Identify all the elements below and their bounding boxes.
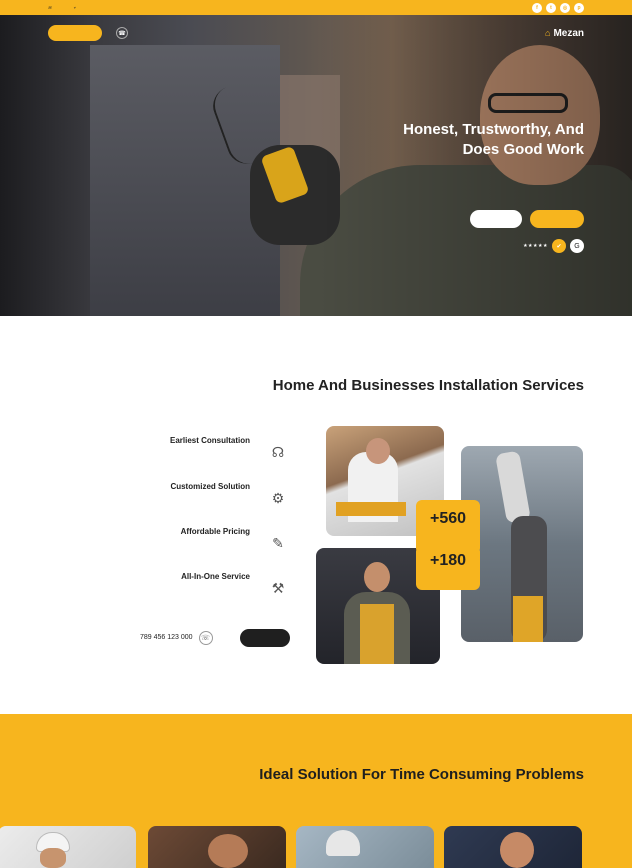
- solution-card[interactable]: [148, 826, 286, 868]
- service-image-worker-apron: [360, 604, 394, 664]
- pinterest-icon[interactable]: p: [574, 2, 584, 13]
- top-bar: ✉ ⌖ f t ◎ p: [0, 0, 632, 15]
- solution-card[interactable]: [444, 826, 582, 868]
- contact-info: 789 456 123 000: [140, 634, 193, 642]
- solution-card-person: [500, 832, 534, 868]
- services-title: Home And Businesses Installation Service…: [272, 377, 584, 394]
- document-settings-icon: ⚙: [271, 489, 285, 506]
- service-image-worker-head: [364, 562, 390, 592]
- solution-cards: [0, 826, 632, 868]
- solution-card-face: [40, 848, 66, 868]
- price-tag-icon: ✎: [272, 534, 284, 551]
- star-rating-icon: ★★★★★: [523, 243, 548, 249]
- service-image-ceiling-vest: [513, 596, 543, 642]
- social-links: f t ◎ p: [532, 2, 584, 13]
- checkmark-badge-icon: ✔: [552, 239, 566, 253]
- solutions-section: Ideal Solution For Time Consuming Proble…: [0, 714, 632, 868]
- feature-title: Earliest Consultation: [169, 436, 250, 445]
- feature-title: Customized Solution: [170, 482, 250, 491]
- hero-rating: ★★★★★ ✔ G: [523, 239, 584, 253]
- site-logo[interactable]: ⌂ Mezan: [545, 28, 584, 39]
- stat-value: +180: [429, 552, 467, 569]
- toolbox-icon: ⚒: [271, 579, 285, 596]
- services-section: Home And Businesses Installation Service…: [0, 316, 632, 714]
- service-image-installer-belt: [336, 502, 406, 516]
- feature-item: Earliest Consultation ☊: [60, 436, 290, 476]
- solution-card-person: [208, 834, 248, 868]
- feature-item: Customized Solution ⚙: [60, 482, 290, 522]
- envelope-icon: ✉: [48, 5, 52, 10]
- main-navigation: ☎ ⌂ Mezan: [48, 23, 584, 43]
- phone-icon: ☎: [116, 27, 128, 39]
- hero-buttons: [470, 210, 584, 228]
- service-image-ceiling-arm: [495, 450, 531, 524]
- map-pin-icon: ⌖: [73, 5, 76, 10]
- hero-secondary-button[interactable]: [470, 210, 522, 228]
- stat-value: +560: [429, 510, 467, 527]
- hero-primary-button[interactable]: [530, 210, 584, 228]
- feature-item: All-In-One Service ⚒: [60, 572, 290, 612]
- consultation-icon: ☊: [271, 443, 285, 460]
- header-phone[interactable]: ☎: [112, 27, 128, 39]
- hero-text: Honest, Trustworthy, And Does Good Work: [364, 112, 584, 164]
- feature-item: Affordable Pricing ✎: [60, 527, 290, 567]
- stat-clients: +180: [416, 546, 480, 590]
- hero-section: ☎ ⌂ Mezan Honest, Trustworthy, And Does …: [0, 15, 632, 316]
- facebook-icon[interactable]: f: [532, 2, 542, 13]
- hero-title: Honest, Trustworthy, And Does Good Work: [403, 121, 584, 158]
- service-image-installer-head: [366, 438, 390, 464]
- top-bar-location: ⌖: [73, 5, 75, 10]
- feature-title: All-In-One Service: [181, 572, 250, 581]
- header-cta-button[interactable]: [48, 25, 102, 41]
- solutions-title: Ideal Solution For Time Consuming Proble…: [259, 766, 584, 783]
- more-button[interactable]: [240, 629, 290, 647]
- solution-card-helmet: [326, 830, 360, 856]
- phone-icon: ☏: [198, 631, 213, 645]
- google-icon: G: [570, 239, 584, 253]
- twitter-icon[interactable]: t: [546, 2, 556, 13]
- hero-overlay: [0, 15, 632, 316]
- top-bar-email[interactable]: ✉: [48, 5, 51, 10]
- feature-title: Affordable Pricing: [180, 527, 250, 536]
- solution-card[interactable]: [296, 826, 434, 868]
- top-bar-info: ✉ ⌖: [48, 5, 76, 10]
- logo-text: Mezan: [553, 27, 584, 39]
- house-wrench-icon: ⌂: [545, 28, 551, 38]
- instagram-icon[interactable]: ◎: [560, 2, 570, 13]
- solution-card[interactable]: [0, 826, 136, 868]
- contact-row: 789 456 123 000 ☏: [140, 628, 290, 648]
- contact-number[interactable]: 789 456 123 000: [140, 634, 193, 641]
